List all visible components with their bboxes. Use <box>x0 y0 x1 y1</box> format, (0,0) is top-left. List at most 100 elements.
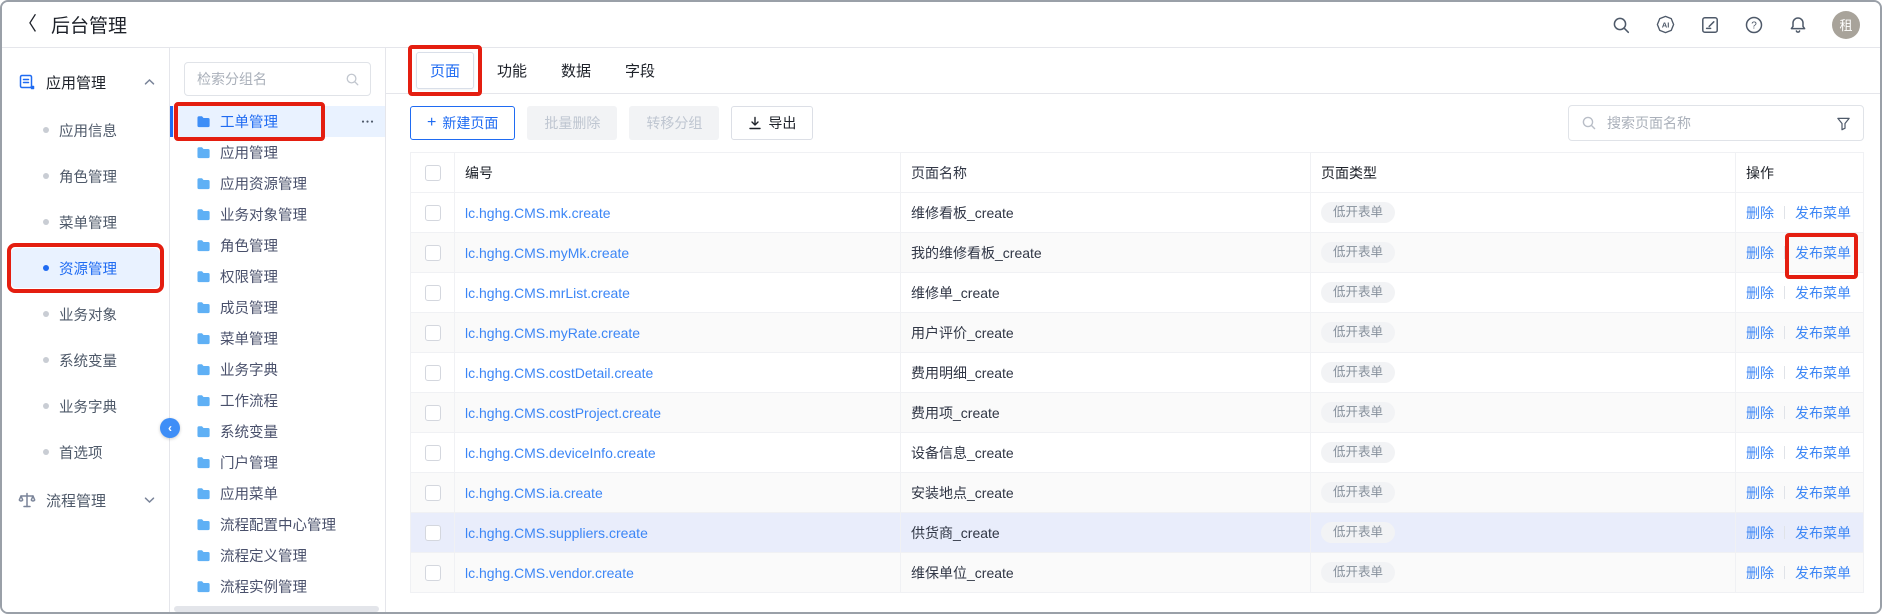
sidebar-item-role-management[interactable]: 角色管理 <box>11 156 160 196</box>
page-code-link[interactable]: lc.hghg.CMS.mrList.create <box>465 285 630 301</box>
sidebar-section-app-management[interactable]: 应用管理 <box>2 60 169 104</box>
group-item-work-order-management[interactable]: 工单管理●●● <box>170 106 385 137</box>
horizontal-scrollbar[interactable] <box>174 606 379 612</box>
group-item-process-instance-management[interactable]: 流程实例管理 <box>170 571 385 602</box>
page-code-link[interactable]: lc.hghg.CMS.costProject.create <box>465 405 661 421</box>
publish-menu-link[interactable]: 发布菜单 <box>1795 443 1851 463</box>
row-checkbox[interactable] <box>425 445 441 461</box>
tab-data[interactable]: 数据 <box>561 60 591 81</box>
group-item-menu-management[interactable]: 菜单管理 <box>170 323 385 354</box>
sidebar-item-business-object[interactable]: 业务对象 <box>11 294 160 334</box>
publish-menu-link[interactable]: 发布菜单 <box>1795 243 1851 263</box>
batch-delete-button[interactable]: 批量删除 <box>527 106 617 140</box>
back-button[interactable]: 〈 <box>18 15 37 34</box>
user-avatar[interactable]: 租 <box>1832 11 1860 39</box>
publish-menu-link[interactable]: 发布菜单 <box>1795 203 1851 223</box>
delete-link[interactable]: 删除 <box>1746 563 1774 583</box>
group-search-input[interactable] <box>195 70 339 88</box>
transfer-group-button[interactable]: 转移分组 <box>629 106 719 140</box>
row-checkbox[interactable] <box>425 325 441 341</box>
delete-link[interactable]: 删除 <box>1746 363 1774 383</box>
sidebar-item-resource-management[interactable]: 资源管理 <box>11 248 160 288</box>
delete-link[interactable]: 删除 <box>1746 323 1774 343</box>
group-item-workflow[interactable]: 工作流程 <box>170 385 385 416</box>
export-button[interactable]: 导出 <box>731 106 813 140</box>
page-type-cell: 低开表单 <box>1311 313 1736 352</box>
tab-fields[interactable]: 字段 <box>625 60 655 81</box>
group-item-label: 成员管理 <box>220 297 278 318</box>
publish-menu-link[interactable]: 发布菜单 <box>1795 363 1851 383</box>
row-checkbox[interactable] <box>425 285 441 301</box>
delete-link[interactable]: 删除 <box>1746 523 1774 543</box>
new-page-button[interactable]: + 新建页面 <box>410 106 515 140</box>
publish-menu-link[interactable]: 发布菜单 <box>1795 323 1851 343</box>
sidebar-item-preferences[interactable]: 首选项 <box>11 432 160 472</box>
row-checkbox[interactable] <box>425 485 441 501</box>
sidebar-item-system-variables[interactable]: 系统变量 <box>11 340 160 380</box>
page-type-tag: 低开表单 <box>1321 202 1395 223</box>
feedback-icon[interactable] <box>1700 15 1720 35</box>
delete-link[interactable]: 删除 <box>1746 483 1774 503</box>
page-search-input[interactable] <box>1605 114 1828 132</box>
collapse-panel-button[interactable]: ‹ <box>160 418 180 438</box>
sidebar-item-app-info[interactable]: 应用信息 <box>11 110 160 150</box>
filter-icon[interactable] <box>1836 116 1851 131</box>
group-item-member-management[interactable]: 成员管理 <box>170 292 385 323</box>
ai-assistant-icon[interactable]: AI <box>1655 14 1676 35</box>
delete-link[interactable]: 删除 <box>1746 403 1774 423</box>
row-checkbox[interactable] <box>425 405 441 421</box>
group-item-role-management[interactable]: 角色管理 <box>170 230 385 261</box>
page-code-link[interactable]: lc.hghg.CMS.suppliers.create <box>465 525 648 541</box>
page-code-link[interactable]: lc.hghg.CMS.mk.create <box>465 205 611 221</box>
delete-link[interactable]: 删除 <box>1746 283 1774 303</box>
page-type-cell: 低开表单 <box>1311 353 1736 392</box>
table-row: lc.hghg.CMS.myRate.create用户评价_create低开表单… <box>411 313 1863 353</box>
row-checkbox[interactable] <box>425 525 441 541</box>
select-all-checkbox[interactable] <box>425 165 441 181</box>
sidebar-item-menu-management[interactable]: 菜单管理 <box>11 202 160 242</box>
row-checkbox[interactable] <box>425 205 441 221</box>
header-checkbox-cell <box>411 153 455 192</box>
delete-link[interactable]: 删除 <box>1746 203 1774 223</box>
sidebar-item-business-dictionary[interactable]: 业务字典 <box>11 386 160 426</box>
group-item-permission-management[interactable]: 权限管理 <box>170 261 385 292</box>
notification-bell-icon[interactable] <box>1788 15 1808 35</box>
page-code-link[interactable]: lc.hghg.CMS.deviceInfo.create <box>465 445 656 461</box>
group-item-app-menu[interactable]: 应用菜单 <box>170 478 385 509</box>
group-search-box <box>184 62 371 96</box>
publish-menu-link[interactable]: 发布菜单 <box>1795 563 1851 583</box>
page-code-link[interactable]: lc.hghg.CMS.myRate.create <box>465 325 640 341</box>
row-checkbox[interactable] <box>425 565 441 581</box>
publish-menu-link[interactable]: 发布菜单 <box>1795 483 1851 503</box>
tab-functions[interactable]: 功能 <box>497 60 527 81</box>
delete-link[interactable]: 删除 <box>1746 443 1774 463</box>
help-icon[interactable]: ? <box>1744 15 1764 35</box>
group-item-business-dictionary[interactable]: 业务字典 <box>170 354 385 385</box>
more-options-icon[interactable]: ●●● <box>361 119 375 125</box>
process-management-icon <box>18 491 36 509</box>
tab-pages[interactable]: 页面 <box>416 52 474 89</box>
group-item-app-management[interactable]: 应用管理 <box>170 137 385 168</box>
group-item-app-resource-management[interactable]: 应用资源管理 <box>170 168 385 199</box>
group-item-business-object-management[interactable]: 业务对象管理 <box>170 199 385 230</box>
publish-menu-link[interactable]: 发布菜单 <box>1795 403 1851 423</box>
page-code-link[interactable]: lc.hghg.CMS.ia.create <box>465 485 603 501</box>
page-code-link[interactable]: lc.hghg.CMS.vendor.create <box>465 565 634 581</box>
group-item-process-config-center-management[interactable]: 流程配置中心管理 <box>170 509 385 540</box>
row-checkbox[interactable] <box>425 245 441 261</box>
page-code-link[interactable]: lc.hghg.CMS.myMk.create <box>465 245 629 261</box>
group-item-process-definition-management[interactable]: 流程定义管理 <box>170 540 385 571</box>
table-body: lc.hghg.CMS.mk.create维修看板_create低开表单删除发布… <box>411 193 1863 593</box>
publish-menu-link[interactable]: 发布菜单 <box>1795 283 1851 303</box>
delete-link[interactable]: 删除 <box>1746 243 1774 263</box>
sidebar-section-process-management[interactable]: 流程管理 <box>2 478 169 522</box>
folder-icon <box>196 580 211 593</box>
row-checkbox[interactable] <box>425 365 441 381</box>
group-item-system-variables[interactable]: 系统变量 <box>170 416 385 447</box>
publish-link-wrap: 发布菜单 <box>1795 283 1851 303</box>
action-divider <box>1784 486 1785 499</box>
publish-menu-link[interactable]: 发布菜单 <box>1795 523 1851 543</box>
search-icon[interactable] <box>1611 15 1631 35</box>
group-item-portal-management[interactable]: 门户管理 <box>170 447 385 478</box>
page-code-link[interactable]: lc.hghg.CMS.costDetail.create <box>465 365 653 381</box>
